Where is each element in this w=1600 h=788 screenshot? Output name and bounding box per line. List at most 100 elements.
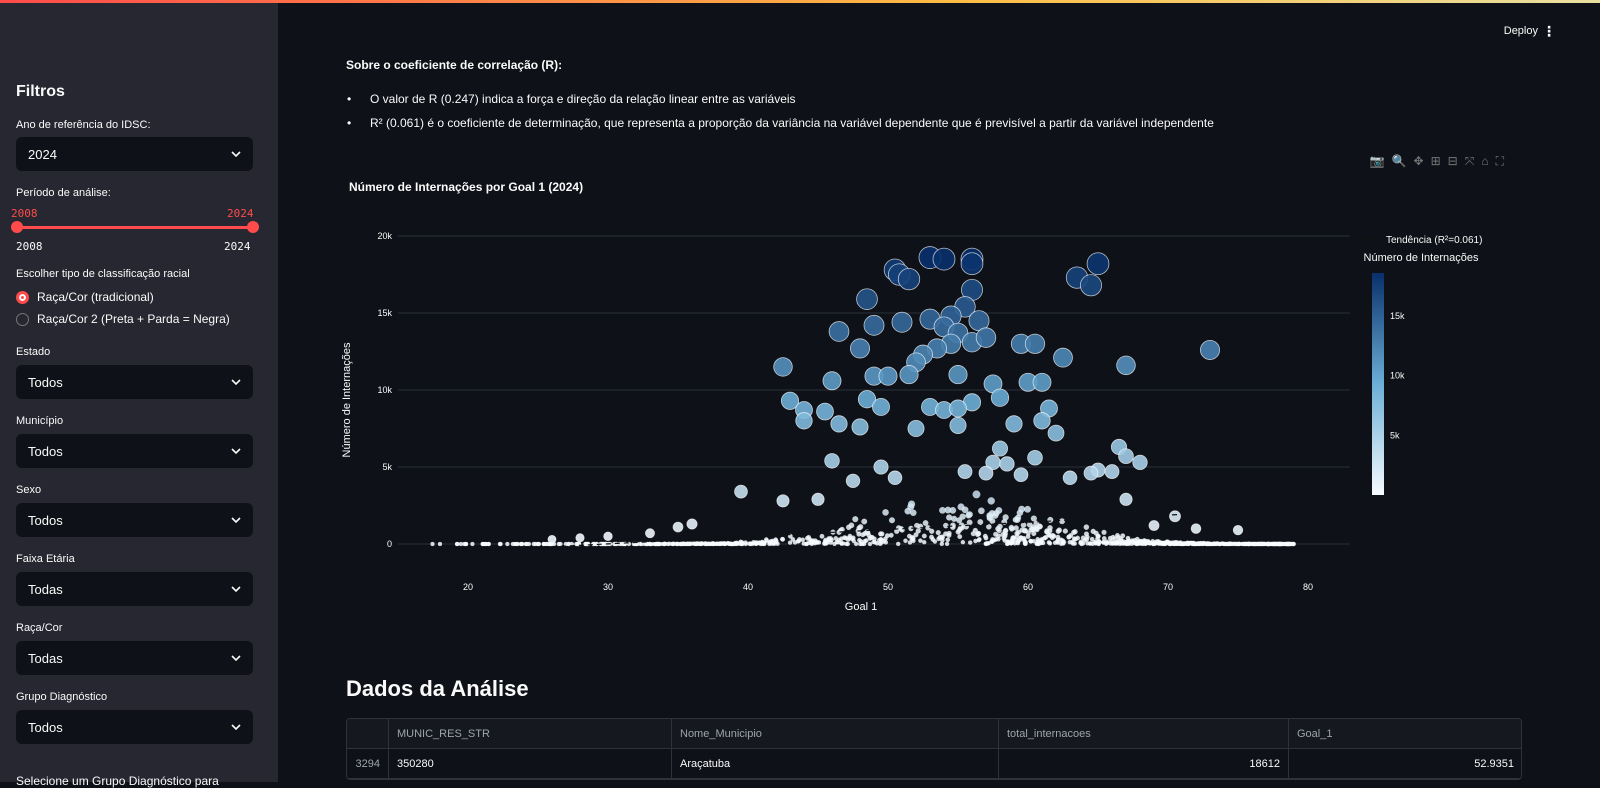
scatter-point xyxy=(1083,524,1090,531)
column-header-index[interactable] xyxy=(347,719,389,749)
scatter-point xyxy=(1204,541,1210,547)
scatter-point xyxy=(1028,527,1034,533)
scatter-point xyxy=(1005,415,1023,433)
y-tick-label: 15k xyxy=(377,308,392,318)
scatter-point xyxy=(1140,539,1146,545)
scatter-point xyxy=(686,518,698,530)
column-header-goal[interactable]: Goal_1 xyxy=(1289,719,1521,749)
scatter-point xyxy=(470,541,475,547)
scatter-point xyxy=(1020,522,1027,529)
cell-total[interactable]: 18612 xyxy=(999,749,1289,779)
scatter-point xyxy=(852,516,859,523)
scatter-point xyxy=(929,528,935,535)
scatter-point xyxy=(1154,539,1159,544)
scatter-point xyxy=(773,357,793,377)
scatter-point xyxy=(960,539,966,545)
scatter-point xyxy=(832,541,837,547)
scatter-point xyxy=(703,541,709,547)
scatter-point xyxy=(1047,516,1054,524)
column-header-total[interactable]: total_internacoes xyxy=(999,719,1289,749)
scatter-point xyxy=(811,492,825,506)
race-label: Escolher tipo de classificação racial xyxy=(16,268,190,280)
scatter-point xyxy=(825,539,830,545)
cell-goal[interactable]: 52.9351 xyxy=(1289,749,1521,779)
race-option-grouped[interactable]: Raça/Cor 2 (Preta + Parda = Negra) xyxy=(16,312,230,326)
scatter-point xyxy=(776,494,790,508)
zoom-icon[interactable]: 🔍 xyxy=(1392,154,1407,169)
ano-select[interactable]: 2024 xyxy=(16,137,253,171)
main-menu-icon[interactable]: ⋮ xyxy=(1542,23,1556,40)
scatter-point xyxy=(1002,533,1008,539)
scatter-point xyxy=(773,539,779,545)
chevron-down-icon xyxy=(231,151,241,158)
slider-end-handle[interactable] xyxy=(247,221,259,233)
municipio-select[interactable]: Todos xyxy=(16,434,253,468)
scatter-point xyxy=(942,522,949,529)
column-header-nome[interactable]: Nome_Municipio xyxy=(672,719,999,749)
race-option-traditional[interactable]: Raça/Cor (tradicional) xyxy=(16,290,154,304)
table-row[interactable]: 3294 350280 Araçatuba 18612 52.9351 xyxy=(347,749,1521,779)
scatter-point xyxy=(828,321,850,342)
scatter-point xyxy=(1014,516,1021,523)
scatter-point xyxy=(921,539,927,545)
scatter-point xyxy=(1002,528,1008,535)
camera-icon[interactable]: 📷 xyxy=(1370,154,1385,169)
scatter-point xyxy=(970,531,976,537)
scatter-chart[interactable]: 0 5k 10k 15k 20k 20 30 40 50 60 70 80 Goal 1 Númer… xyxy=(338,200,1558,630)
faixa-select[interactable]: Todas xyxy=(16,572,253,606)
periodo-slider-track[interactable] xyxy=(16,226,253,229)
scatter-point xyxy=(1005,539,1010,544)
scatter-point xyxy=(949,506,957,514)
grupo-select[interactable]: Todos xyxy=(16,710,253,744)
scatter-point xyxy=(1104,464,1120,480)
scatter-point xyxy=(967,540,973,545)
pan-icon[interactable]: ✥ xyxy=(1414,154,1424,169)
scatter-point xyxy=(1053,347,1073,368)
estado-select[interactable]: Todos xyxy=(16,365,253,399)
chevron-down-icon xyxy=(231,586,241,593)
chevron-down-icon xyxy=(231,724,241,731)
chevron-down-icon xyxy=(231,448,241,455)
scatter-point xyxy=(895,541,901,547)
zoom-out-icon[interactable]: ⊟ xyxy=(1448,154,1458,169)
x-tick-label: 30 xyxy=(603,582,613,592)
scatter-point xyxy=(1075,535,1081,541)
scatter-point xyxy=(957,464,973,480)
scatter-point xyxy=(795,412,813,430)
scatter-point xyxy=(879,531,885,537)
fullscreen-icon[interactable]: ⛶ xyxy=(1496,154,1504,169)
cell-nome[interactable]: Araçatuba xyxy=(672,749,999,779)
scatter-point xyxy=(922,520,929,527)
scatter-point xyxy=(1291,541,1296,547)
x-tick-label: 50 xyxy=(883,582,893,592)
autoscale-icon[interactable]: ⤧ xyxy=(1465,154,1475,169)
column-header-munic[interactable]: MUNIC_RES_STR xyxy=(389,719,672,749)
legend-trend-label[interactable]: Tendência (R²=0.061) xyxy=(1386,235,1482,246)
scatter-point xyxy=(878,541,883,547)
scatter-point xyxy=(957,503,965,511)
colorbar xyxy=(1372,273,1384,495)
scatter-point xyxy=(913,532,919,538)
raca-select-value: Todas xyxy=(28,650,63,666)
raca-select[interactable]: Todas xyxy=(16,641,253,675)
slider-start-handle[interactable] xyxy=(11,221,23,233)
scatter-point xyxy=(1022,538,1027,544)
reset-icon[interactable]: ⌂ xyxy=(1481,154,1488,169)
scatter-point xyxy=(1110,534,1116,540)
scatter-point xyxy=(1169,510,1181,523)
scatter-point xyxy=(1172,541,1177,547)
sexo-select[interactable]: Todos xyxy=(16,503,253,537)
scatter-point xyxy=(1071,529,1077,536)
scatter-point xyxy=(973,538,978,544)
scatter-point xyxy=(849,338,871,359)
scatter-point xyxy=(1086,252,1110,276)
zoom-in-icon[interactable]: ⊞ xyxy=(1431,154,1441,169)
scatter-point xyxy=(1286,541,1291,547)
scatter-point xyxy=(1265,541,1271,547)
scatter-point xyxy=(945,537,951,543)
analysis-table[interactable]: MUNIC_RES_STR Nome_Municipio total_inter… xyxy=(346,718,1522,780)
deploy-button[interactable]: Deploy xyxy=(1504,25,1538,37)
scatter-point xyxy=(841,541,846,546)
cell-munic[interactable]: 350280 xyxy=(389,749,672,779)
scatter-point xyxy=(1082,537,1088,543)
